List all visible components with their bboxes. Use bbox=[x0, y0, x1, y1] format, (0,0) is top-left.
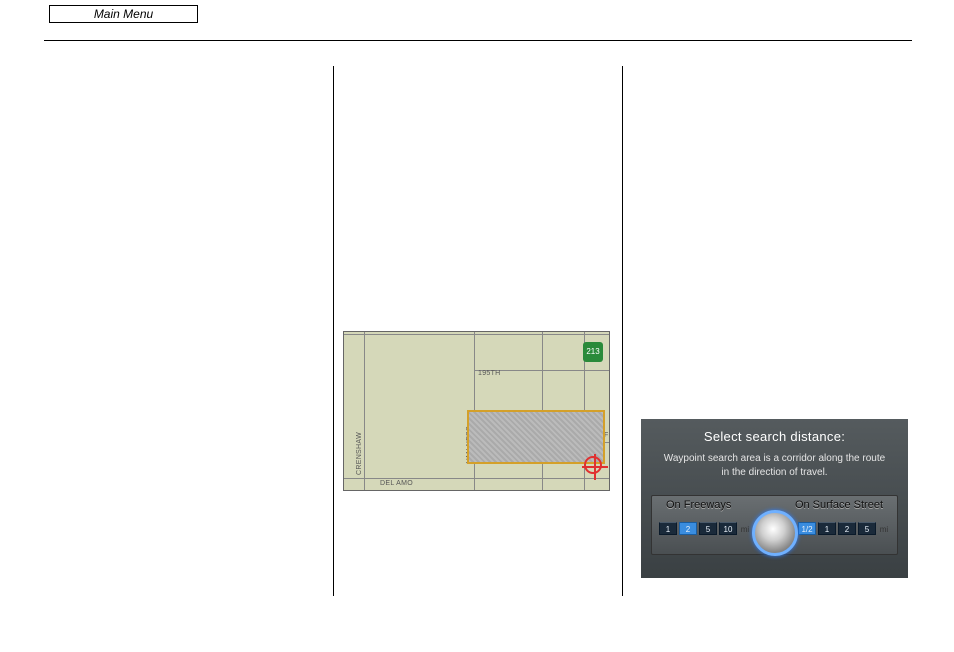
distance-tick[interactable]: 5 bbox=[858, 522, 876, 535]
unit-label: mi bbox=[878, 522, 890, 535]
column-1 bbox=[44, 66, 333, 596]
route-shield: 213 bbox=[583, 342, 603, 362]
dialog-body-line1: Waypoint search area is a corridor along… bbox=[664, 453, 885, 464]
distance-tick[interactable]: 2 bbox=[838, 522, 856, 535]
distance-tick[interactable]: 1/2 bbox=[798, 522, 816, 535]
dialog-body-line2: in the direction of travel. bbox=[721, 467, 827, 478]
distance-tick[interactable]: 2 bbox=[679, 522, 697, 535]
distance-tick[interactable]: 1 bbox=[659, 522, 677, 535]
dialog-description: Waypoint search area is a corridor along… bbox=[641, 452, 908, 480]
road-top bbox=[344, 334, 609, 335]
unit-label: mi bbox=[739, 522, 751, 535]
road-crenshaw bbox=[364, 332, 365, 490]
map-figure: CRENSHAW VAN NESS DEL AMO 195TH WESTERN … bbox=[343, 331, 610, 491]
road-label-del-amo: DEL AMO bbox=[380, 480, 413, 487]
selector-knob[interactable] bbox=[752, 510, 798, 556]
dialog-title: Select search distance: bbox=[641, 419, 908, 444]
search-distance-dialog: Select search distance: Waypoint search … bbox=[641, 419, 908, 578]
on-surface-street-label: On Surface Street bbox=[795, 499, 883, 511]
distance-tick[interactable]: 1 bbox=[818, 522, 836, 535]
destination-search-area bbox=[467, 410, 605, 464]
distance-tick[interactable]: 10 bbox=[719, 522, 737, 535]
crosshair-icon bbox=[584, 456, 602, 474]
road-label-195th: 195TH bbox=[478, 370, 501, 377]
distance-tick[interactable]: 5 bbox=[699, 522, 717, 535]
on-freeways-label: On Freeways bbox=[666, 499, 731, 511]
distance-selector-panel: On Freeways On Surface Street 12510mi 1/… bbox=[651, 495, 898, 555]
main-menu-button[interactable]: Main Menu bbox=[49, 5, 198, 23]
road-del-amo bbox=[344, 478, 609, 479]
divider bbox=[44, 40, 912, 41]
road-label-crenshaw: CRENSHAW bbox=[356, 432, 363, 475]
